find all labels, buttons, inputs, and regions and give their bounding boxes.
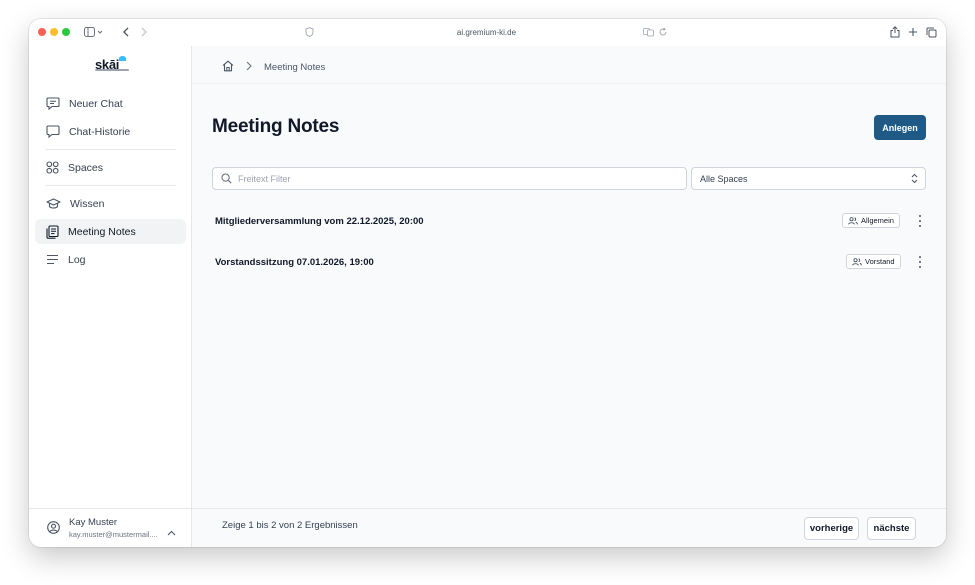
sidebar-item-log[interactable]: Log: [35, 247, 186, 272]
grid-icon: [46, 161, 59, 174]
main-content: Meeting Notes Meeting Notes Anlegen Alle…: [192, 46, 946, 547]
chevron-up-down-icon: [911, 173, 918, 186]
url-text: ai.gremium-ki.de: [456, 28, 517, 37]
sidebar-item-label: Wissen: [70, 197, 105, 210]
browser-window: ai.gremium-ki.de skāi Neuer Chat Chat-Hi…: [29, 19, 946, 547]
sidebar-item-label: Log: [68, 253, 86, 266]
privacy-shield-icon[interactable]: [305, 27, 314, 39]
space-select[interactable]: Alle Spaces: [691, 167, 926, 190]
list-item[interactable]: Vorstandssitzung 07.01.2026, 19:00 Vorst…: [212, 253, 926, 273]
sidebar-item-label: Neuer Chat: [69, 97, 123, 110]
space-select-value: Alle Spaces: [700, 173, 748, 184]
user-name: Kay Muster: [69, 517, 118, 528]
graduation-cap-icon: [46, 197, 61, 209]
breadcrumb-divider: [192, 83, 946, 84]
close-window-button[interactable]: [38, 28, 46, 36]
sidebar-divider: [46, 185, 176, 186]
previous-page-button[interactable]: vorherige: [804, 517, 859, 540]
more-options-icon[interactable]: [917, 215, 923, 227]
sidebar-item-meeting-notes[interactable]: Meeting Notes: [35, 219, 186, 244]
user-avatar-icon: [47, 521, 60, 539]
sidebar-divider: [46, 149, 176, 150]
list-item[interactable]: Mitgliederversammlung vom 22.12.2025, 20…: [212, 212, 926, 232]
search-input[interactable]: [238, 173, 668, 184]
sidebar-item-label: Chat-Historie: [69, 125, 131, 138]
forward-icon[interactable]: [139, 25, 149, 39]
pagination: Zeige 1 bis 2 von 2 Ergebnissen vorherig…: [192, 508, 946, 547]
sidebar: skāi Neuer Chat Chat-Historie Spaces Wis…: [29, 46, 192, 547]
more-options-icon[interactable]: [917, 256, 923, 268]
sidebar-item-spaces[interactable]: Spaces: [35, 155, 186, 180]
home-icon[interactable]: [222, 60, 234, 75]
space-badge: Vorstand: [846, 254, 901, 269]
breadcrumb: Meeting Notes: [222, 59, 325, 75]
search-icon: [221, 173, 232, 184]
space-badge-label: Vorstand: [865, 257, 895, 266]
zoom-window-button[interactable]: [62, 28, 70, 36]
share-icon[interactable]: [889, 25, 901, 39]
search-field[interactable]: [212, 167, 687, 190]
user-email: kay.muster@mustermail....: [69, 530, 158, 539]
sidebar-toggle-icon[interactable]: [83, 25, 105, 39]
users-icon: [852, 257, 862, 266]
breadcrumb-current: Meeting Notes: [264, 61, 326, 73]
app-logo[interactable]: skāi: [95, 56, 129, 76]
meeting-title[interactable]: Mitgliederversammlung vom 22.12.2025, 20…: [215, 216, 424, 227]
sidebar-item-chat-history[interactable]: Chat-Historie: [35, 119, 186, 144]
space-badge-label: Allgemein: [861, 216, 894, 225]
users-icon: [848, 216, 858, 225]
tab-overview-icon[interactable]: [925, 25, 937, 39]
back-icon[interactable]: [121, 25, 131, 39]
notes-icon: [46, 224, 59, 239]
sidebar-item-label: Meeting Notes: [68, 225, 136, 238]
new-tab-icon[interactable]: [907, 25, 919, 39]
sidebar-item-new-chat[interactable]: Neuer Chat: [35, 91, 186, 116]
reload-icon[interactable]: [658, 27, 668, 39]
chevron-right-icon: [246, 61, 252, 74]
translate-icon[interactable]: [643, 27, 654, 39]
minimize-window-button[interactable]: [50, 28, 58, 36]
chat-plus-icon: [46, 97, 60, 110]
browser-toolbar: ai.gremium-ki.de: [29, 19, 946, 46]
address-bar[interactable]: ai.gremium-ki.de: [299, 24, 674, 41]
user-menu[interactable]: Kay Muster kay.muster@mustermail....: [29, 508, 192, 547]
logo-tagline: [95, 69, 129, 71]
result-summary: Zeige 1 bis 2 von 2 Ergebnissen: [222, 520, 358, 531]
page-title: Meeting Notes: [212, 116, 340, 137]
space-badge: Allgemein: [842, 213, 900, 228]
sidebar-item-knowledge[interactable]: Wissen: [35, 191, 186, 216]
sidebar-item-label: Spaces: [68, 161, 104, 174]
logo-mark: [119, 56, 126, 61]
create-button[interactable]: Anlegen: [874, 115, 926, 140]
meeting-title[interactable]: Vorstandssitzung 07.01.2026, 19:00: [215, 257, 374, 268]
chevron-up-icon[interactable]: [167, 523, 176, 541]
lines-icon: [47, 254, 58, 265]
chat-bubble-icon: [46, 125, 60, 138]
next-page-button[interactable]: nächste: [867, 517, 916, 540]
